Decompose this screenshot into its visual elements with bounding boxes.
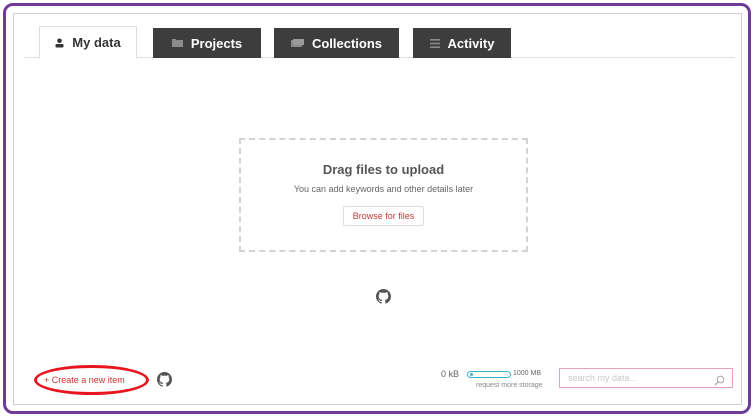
storage-max: 1000 MB	[513, 370, 542, 377]
github-footer-icon[interactable]	[157, 372, 172, 387]
highlight-annotation	[34, 365, 149, 395]
tab-label: Collections	[311, 35, 383, 51]
github-icon[interactable]	[376, 289, 391, 304]
user-icon	[55, 38, 64, 48]
search-icon[interactable]	[714, 373, 725, 386]
upload-dropzone[interactable]: Drag files to upload You can add keyword…	[239, 138, 528, 252]
upload-title: Drag files to upload	[322, 162, 445, 177]
folder-icon	[171, 39, 183, 47]
browse-files-button[interactable]: Browse for files	[342, 206, 425, 226]
tab-activity[interactable]: Activity	[413, 28, 511, 58]
storage-progress-dot	[470, 373, 473, 376]
request-storage-link[interactable]: request more storage	[476, 382, 543, 389]
tab-label: Activity	[447, 35, 495, 51]
tab-label: My data	[72, 35, 121, 50]
list-icon	[429, 38, 440, 48]
tab-label: Projects	[190, 35, 243, 51]
search-input[interactable]	[559, 368, 733, 388]
tab-bar: My data Projects Collections Activity	[24, 18, 735, 59]
tab-my-data[interactable]: My data	[39, 26, 137, 59]
storage-meter: 0 kB 1000 MB request more storage	[440, 368, 545, 394]
collection-icon	[290, 39, 304, 47]
tab-collections[interactable]: Collections	[274, 28, 399, 58]
upload-subtitle: You can add keywords and other details l…	[293, 184, 474, 194]
storage-used: 0 kB	[441, 369, 460, 379]
tab-projects[interactable]: Projects	[153, 28, 261, 58]
storage-progress-bar	[467, 371, 511, 378]
